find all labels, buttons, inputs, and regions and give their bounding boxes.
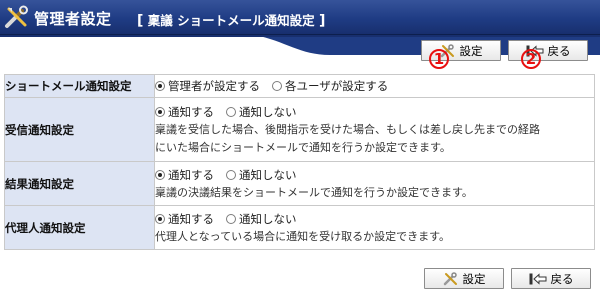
radio-no-notify[interactable] [226,106,236,117]
radio-notify[interactable] [155,213,165,224]
back-button-top[interactable]: 戻る [508,40,588,61]
back-button-bottom[interactable]: 戻る [511,268,591,289]
radio-user-sets[interactable] [272,81,282,91]
tools-icon [443,271,457,285]
radio-no-notify[interactable] [226,169,236,180]
setting-description: にいた場合にショートメールで通知を行うか設定できます。 [155,140,451,154]
radio-label: 各ユーザが設定する [285,79,389,93]
title-bar: 管理者設定 [ 稟議 ショートメール通知設定 ] [0,0,600,35]
radio-label: 通知する [168,211,214,226]
settings-button-label: 設定 [459,43,483,58]
annotation-marker-1: 1 [429,49,449,69]
tools-icon [5,5,28,28]
setting-label: 代理人通知設定 [4,205,155,250]
radio-notify[interactable] [155,169,165,180]
setting-description: 稟議の決議結果をショートメールで通知を行うか設定できます。 [155,185,473,199]
radio-notify[interactable] [155,106,165,117]
setting-label: 結果通知設定 [4,161,155,206]
back-button-label: 戻る [550,271,574,286]
setting-row-receive-notify: 受信通知設定 通知する 通知しない 稟議を受信した場合、後閲指示を受けた場合、も… [4,97,595,162]
radio-label: 通知する [168,167,214,182]
radio-label: 通知しない [239,211,297,226]
page-subtitle: [ 稟議 ショートメール通知設定 ] [137,13,326,29]
setting-row-short-mail: ショートメール通知設定 管理者が設定する 各ユーザが設定する [4,74,595,98]
radio-admin-sets[interactable] [155,81,165,91]
settings-table: ショートメール通知設定 管理者が設定する 各ユーザが設定する 受信通知設定 通知… [4,74,595,250]
settings-button-bottom[interactable]: 設定 [424,268,504,289]
setting-row-result-notify: 結果通知設定 通知する 通知しない 稟議の決議結果をショートメールで通知を行うか… [4,161,595,206]
radio-label: 管理者が設定する [168,79,260,93]
radio-label: 通知する [168,104,214,119]
back-button-label: 戻る [547,43,571,58]
settings-button-label: 設定 [462,271,486,286]
setting-row-proxy-notify: 代理人通知設定 通知する 通知しない 代理人となっている場合に通知を受け取るか設… [4,205,595,250]
setting-label: ショートメール通知設定 [4,74,155,98]
radio-no-notify[interactable] [226,213,236,224]
setting-label: 受信通知設定 [4,97,155,162]
page-title: 管理者設定 [34,10,112,28]
setting-description: 稟議を受信した場合、後閲指示を受けた場合、もしくは差し戻し先までの経路 [155,122,540,136]
back-arrow-icon [529,272,546,285]
setting-description: 代理人となっている場合に通知を受け取るか設定できます。 [155,229,451,243]
radio-label: 通知しない [239,104,297,119]
annotation-marker-2: 2 [521,49,541,69]
radio-label: 通知しない [239,167,297,182]
